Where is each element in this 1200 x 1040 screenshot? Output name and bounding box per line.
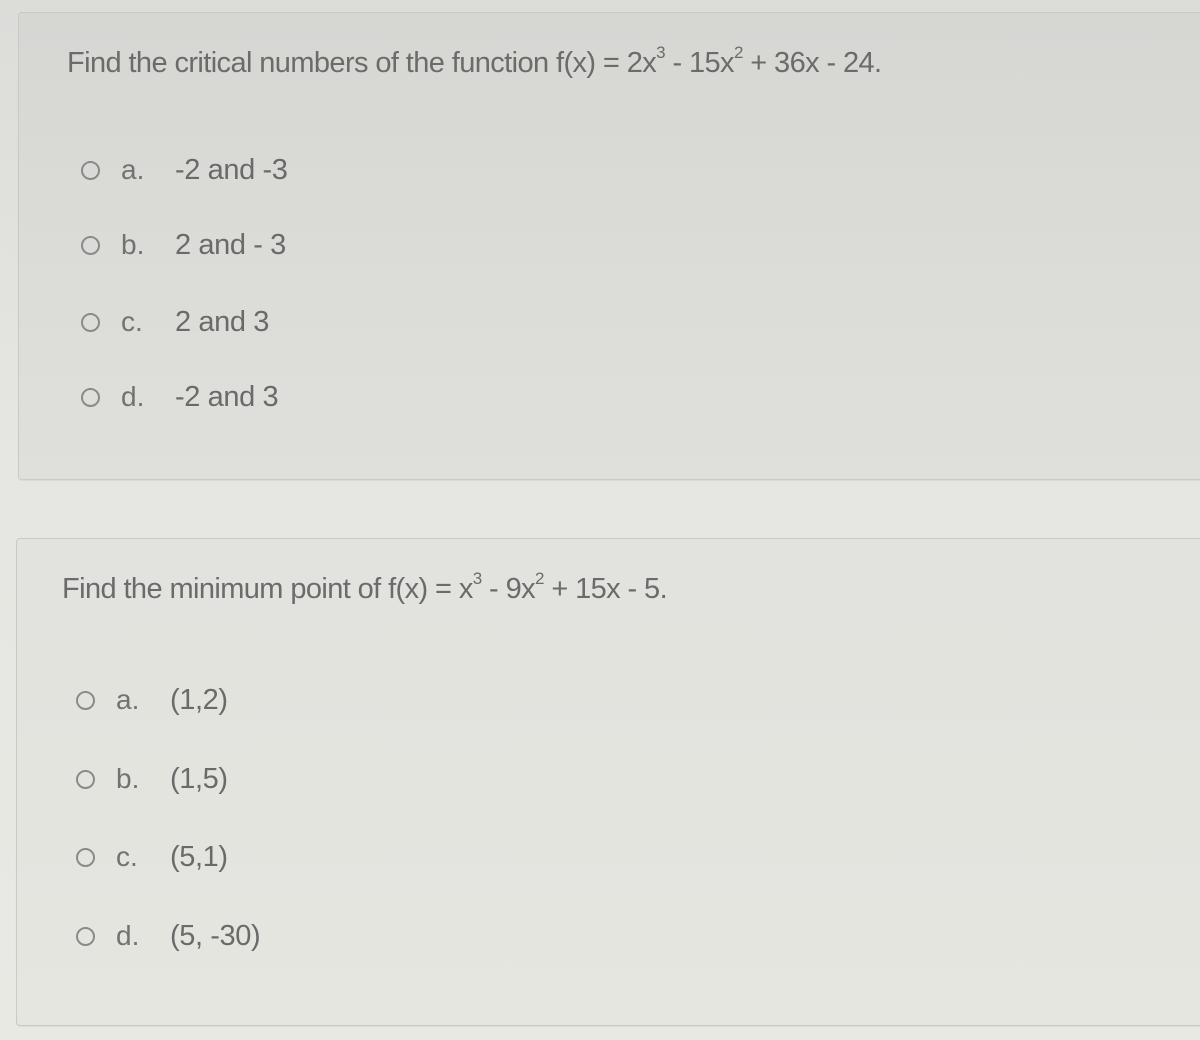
option-letter: d. <box>116 920 140 951</box>
option-text: -2 and 3 <box>175 380 279 413</box>
radio-button-icon[interactable] <box>81 312 100 332</box>
radio-button-icon[interactable] <box>76 690 95 710</box>
question-card-1: Find the critical numbers of the functio… <box>18 12 1200 480</box>
prompt-text: Find the minimum point of f(x) = x <box>62 573 473 605</box>
option-text: -2 and -3 <box>175 153 288 186</box>
option-letter: a. <box>121 154 145 185</box>
q2-option-b[interactable]: b. (1,5) <box>76 759 228 799</box>
option-letter: b. <box>121 229 145 260</box>
prompt-text: + 36x - 24. <box>742 47 882 79</box>
option-letter: c. <box>116 841 138 872</box>
q1-option-c[interactable]: c. 2 and 3 <box>81 302 269 342</box>
q2-option-a[interactable]: a. (1,2) <box>76 680 228 720</box>
option-letter: b. <box>116 763 140 794</box>
q1-option-d[interactable]: d. -2 and 3 <box>81 377 279 417</box>
option-text: (5,1) <box>170 840 228 873</box>
prompt-text: - 9x <box>481 573 536 605</box>
option-letter: a. <box>116 684 140 715</box>
prompt-text: + 15x - 5. <box>543 573 668 605</box>
option-text: (1,2) <box>170 683 228 716</box>
prompt-text: Find the critical numbers of the functio… <box>67 47 657 79</box>
prompt-text: - 15x <box>665 47 734 79</box>
radio-button-icon[interactable] <box>76 847 95 867</box>
exponent: 3 <box>472 569 482 588</box>
radio-button-icon[interactable] <box>81 235 100 255</box>
radio-button-icon[interactable] <box>76 769 95 789</box>
option-letter: c. <box>121 306 143 337</box>
q1-option-b[interactable]: b. 2 and - 3 <box>81 225 286 265</box>
option-text: (5, -30) <box>170 919 261 952</box>
q2-option-c[interactable]: c. (5,1) <box>76 837 228 877</box>
q2-option-d[interactable]: d. (5, -30) <box>76 916 261 956</box>
radio-button-icon[interactable] <box>76 926 95 946</box>
exponent: 2 <box>535 569 544 588</box>
q1-option-a[interactable]: a. -2 and -3 <box>81 150 288 190</box>
option-text: 2 and - 3 <box>175 228 286 261</box>
question-card-2: Find the minimum point of f(x) = x3 - 9x… <box>16 538 1200 1026</box>
exponent: 2 <box>733 43 743 62</box>
question-2-prompt: Find the minimum point of f(x) = x3 - 9x… <box>62 570 668 606</box>
radio-button-icon[interactable] <box>81 387 100 407</box>
radio-button-icon[interactable] <box>81 160 100 180</box>
exponent: 3 <box>656 43 666 62</box>
option-letter: d. <box>121 381 145 412</box>
question-1-prompt: Find the critical numbers of the functio… <box>67 44 882 80</box>
option-text: 2 and 3 <box>175 305 269 338</box>
option-text: (1,5) <box>170 762 228 795</box>
